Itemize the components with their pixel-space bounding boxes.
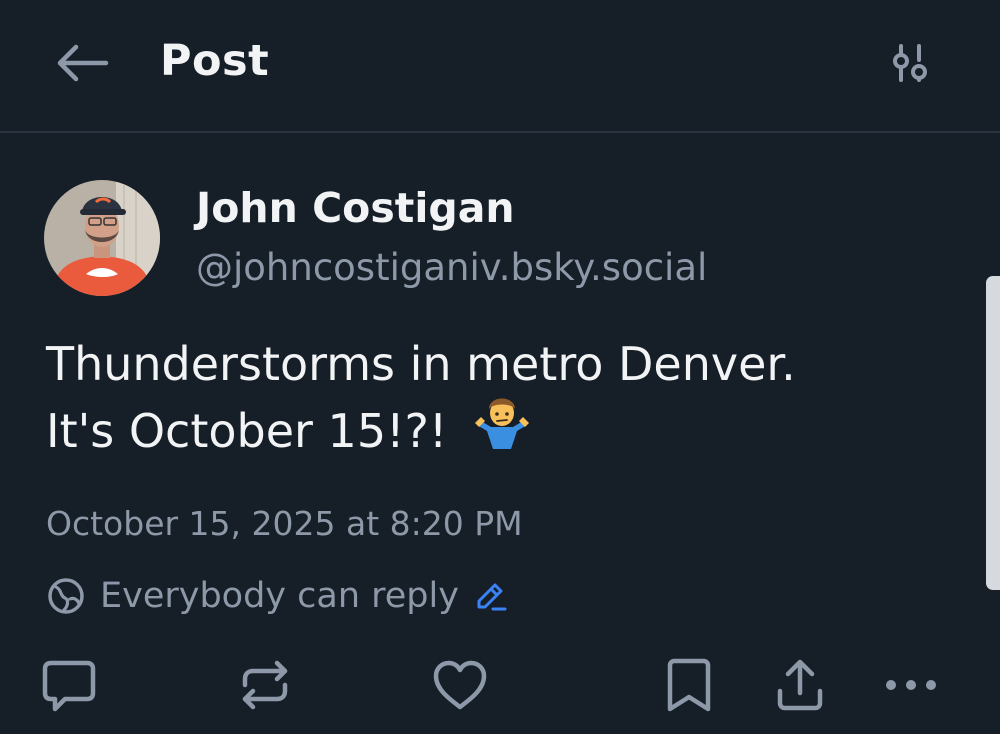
bookmark-button[interactable]: [660, 656, 718, 714]
bookmark-icon: [667, 658, 711, 712]
share-button[interactable]: [771, 656, 829, 714]
speech-bubble-icon: [42, 660, 96, 712]
author-handle[interactable]: @johncostiganiv.bsky.social: [196, 246, 707, 289]
ellipsis-icon: [886, 680, 936, 690]
more-options-button[interactable]: [882, 656, 940, 714]
avatar[interactable]: [44, 180, 160, 296]
back-button[interactable]: [50, 38, 114, 88]
globe-icon: [48, 578, 84, 614]
reply-settings[interactable]: Everybody can reply: [46, 573, 507, 619]
repost-icon: [242, 660, 288, 710]
post-text-line: Thunderstorms in metro Denver.: [46, 337, 796, 391]
post-body: Thunderstorms in metro Denver. It's Octo…: [46, 331, 796, 463]
post-screen: Post John Costigan @johncostiganiv.bsky.…: [0, 0, 1000, 734]
thread-settings-button[interactable]: [884, 38, 936, 88]
author-display-name[interactable]: John Costigan: [196, 184, 515, 232]
share-icon: [777, 659, 823, 711]
repost-button[interactable]: [236, 656, 294, 714]
post-text-line: It's October 15!?!: [46, 404, 448, 458]
reply-settings-label: Everybody can reply: [100, 576, 459, 616]
reply-button[interactable]: [40, 656, 98, 714]
heart-icon: [433, 660, 487, 710]
sliders-icon: [893, 44, 927, 82]
person-shrugging-emoji-icon: [473, 391, 531, 466]
user-avatar-image: [44, 180, 160, 296]
like-button[interactable]: [431, 656, 489, 714]
pencil-icon: [473, 579, 507, 613]
page-title: Post: [160, 36, 270, 86]
post-timestamp: October 15, 2025 at 8:20 PM: [46, 504, 523, 543]
arrow-left-icon: [57, 44, 109, 82]
post-text-line-2: It's October 15!?!: [46, 397, 796, 463]
scrollbar[interactable]: [986, 276, 1000, 590]
top-bar: Post: [0, 0, 1000, 133]
